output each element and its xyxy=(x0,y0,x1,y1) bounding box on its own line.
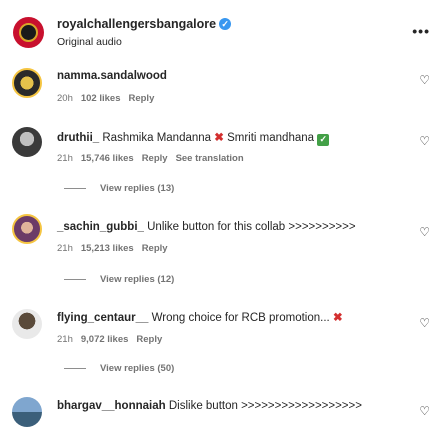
heart-icon[interactable]: ♡ xyxy=(419,73,430,87)
comment-meta: 21h 15,746 likes Reply See translation xyxy=(57,153,244,164)
comment-time: 21h xyxy=(57,243,73,254)
divider-line xyxy=(64,279,86,280)
account-username[interactable]: royalchallengersbangalore ✓ xyxy=(57,17,232,31)
comment-username-text[interactable]: bhargav__honnaiah xyxy=(57,400,166,412)
comment-time: 20h xyxy=(57,93,73,104)
comment-likes[interactable]: 15,746 likes xyxy=(81,153,134,164)
account-avatar[interactable] xyxy=(13,17,44,48)
reply-button[interactable]: Reply xyxy=(142,153,168,164)
comment-username[interactable]: bhargav__honnaiah Dislike button >>>>>>>… xyxy=(57,400,362,412)
verified-badge-icon: ✓ xyxy=(219,18,232,30)
post-header: royalchallengersbangalore ✓ Original aud… xyxy=(0,0,444,62)
comment-username[interactable]: flying_centaur__ Wrong choice for RCB pr… xyxy=(57,310,343,324)
comment-username[interactable]: _sachin_gubbi_ Unlike button for this co… xyxy=(57,221,356,233)
reply-button[interactable]: Reply xyxy=(128,93,154,104)
comment-username[interactable]: druthii_ Rashmika Mandanna ✖ Smriti mand… xyxy=(57,130,330,146)
reply-button[interactable]: Reply xyxy=(142,243,168,254)
comment-text-b: Smriti mandhana xyxy=(227,132,315,144)
heart-icon[interactable]: ♡ xyxy=(419,225,430,239)
view-replies-button[interactable]: View replies (13) xyxy=(64,183,174,194)
check-mark-icon: ✓ xyxy=(317,133,330,146)
avatar[interactable] xyxy=(12,397,42,427)
comment-text: Unlike button for this collab >>>>>>>>>> xyxy=(147,221,356,233)
more-options-icon[interactable]: ••• xyxy=(412,23,430,39)
avatar[interactable] xyxy=(12,68,42,98)
comment-text: Dislike button >>>>>>>>>>>>>>>>>> xyxy=(168,400,362,412)
comment-text: Wrong choice for RCB promotion... xyxy=(151,312,330,324)
avatar[interactable] xyxy=(12,309,42,339)
comment-text-a: Rashmika Mandanna xyxy=(102,132,212,144)
divider-line xyxy=(64,188,86,189)
cross-mark-icon: ✖ xyxy=(214,132,224,144)
heart-icon[interactable]: ♡ xyxy=(419,134,430,148)
view-replies-label[interactable]: View replies (50) xyxy=(100,363,174,374)
comment-meta: 21h 9,072 likes Reply xyxy=(57,334,162,345)
divider-line xyxy=(64,368,86,369)
avatar[interactable] xyxy=(12,127,42,157)
comment-username-text[interactable]: druthii_ xyxy=(57,132,99,144)
comment-likes[interactable]: 102 likes xyxy=(81,93,121,104)
heart-icon[interactable]: ♡ xyxy=(419,404,430,418)
comment-time: 21h xyxy=(57,334,73,345)
comment-meta: 21h 15,213 likes Reply xyxy=(57,243,168,254)
cross-mark-icon: ✖ xyxy=(332,312,343,324)
audio-label[interactable]: Original audio xyxy=(57,36,122,48)
view-replies-button[interactable]: View replies (12) xyxy=(64,274,174,285)
avatar[interactable] xyxy=(12,214,42,244)
comment-time: 21h xyxy=(57,153,73,164)
view-replies-button[interactable]: View replies (50) xyxy=(64,363,174,374)
comment-username-text[interactable]: _sachin_gubbi_ xyxy=(57,221,144,233)
reply-button[interactable]: Reply xyxy=(136,334,162,345)
comment-likes[interactable]: 9,072 likes xyxy=(81,334,129,345)
comment-likes[interactable]: 15,213 likes xyxy=(81,243,134,254)
view-replies-label[interactable]: View replies (12) xyxy=(100,274,174,285)
view-replies-label[interactable]: View replies (13) xyxy=(100,183,174,194)
comment-meta: 20h 102 likes Reply xyxy=(57,93,154,104)
comment-username-text[interactable]: flying_centaur__ xyxy=(57,312,148,324)
see-translation-button[interactable]: See translation xyxy=(176,153,244,164)
account-username-text[interactable]: royalchallengersbangalore xyxy=(57,17,216,31)
heart-icon[interactable]: ♡ xyxy=(419,316,430,330)
comment-username[interactable]: namma.sandalwood xyxy=(57,70,167,82)
